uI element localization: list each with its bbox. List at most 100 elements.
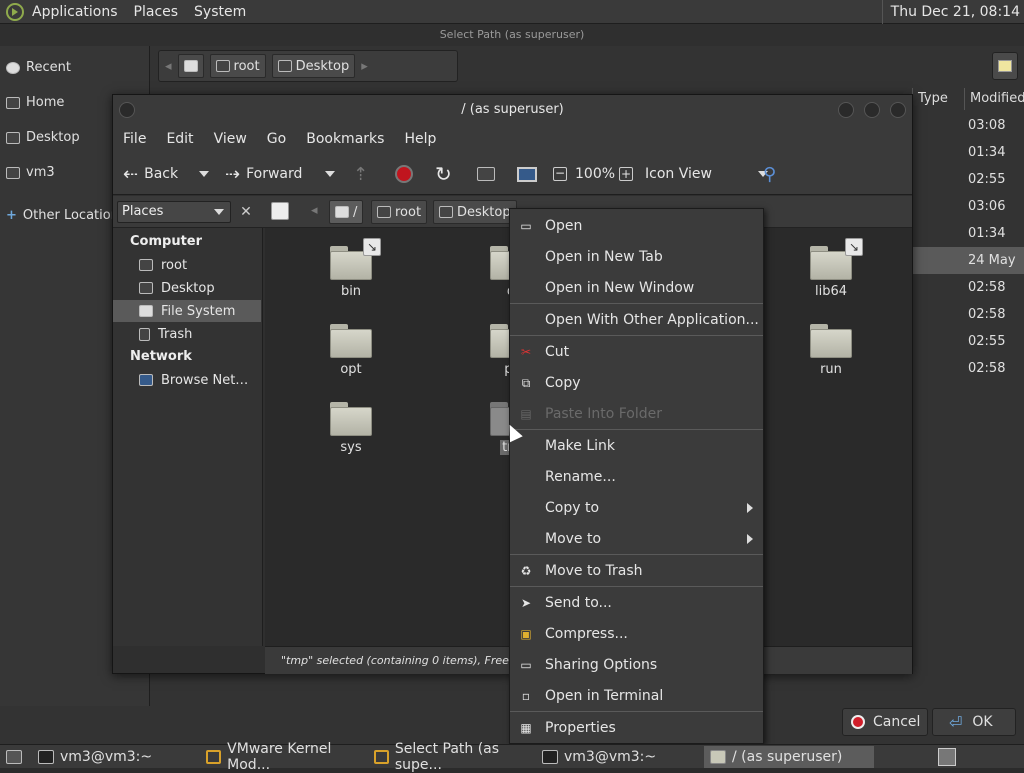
task-vmware-kernel[interactable]: VMware Kernel Mod... [200, 741, 368, 773]
zoom-in-button[interactable]: + [619, 163, 633, 185]
sidebar-item-root[interactable]: root [139, 254, 261, 276]
folder-run[interactable]: run [799, 324, 863, 377]
modified-cell[interactable]: 01:34 [912, 139, 1024, 166]
sidebar-item-desktop[interactable]: Desktop [6, 128, 80, 148]
folder-icon [810, 324, 852, 358]
task-terminal-1[interactable]: vm3@vm3:~ [32, 746, 200, 768]
view-mode-select[interactable]: Icon View [645, 163, 768, 185]
task-select-path[interactable]: Select Path (as supe... [368, 741, 536, 773]
menu-edit[interactable]: Edit [156, 131, 203, 147]
modified-cell[interactable]: 02:58 [912, 301, 1024, 328]
forward-button[interactable]: ⇢ Forward [225, 163, 302, 185]
path-root-toggle[interactable] [177, 54, 204, 78]
menu-item-open-new-tab[interactable]: Open in New Tab [510, 243, 763, 271]
sidebar-item-desktop[interactable]: Desktop [139, 277, 261, 299]
folder-sys[interactable]: sys [319, 402, 383, 455]
crumb-desktop[interactable]: Desktop [271, 54, 356, 78]
menu-item-rename[interactable]: Rename... [510, 463, 763, 491]
modified-cell-selected[interactable]: 24 May [912, 247, 1024, 274]
sidebar-item-other-locations[interactable]: + Other Locations [6, 206, 126, 226]
zoom-level[interactable]: 100% [575, 163, 615, 185]
applications-menu[interactable]: Applications [24, 4, 126, 20]
workspace-switcher[interactable] [932, 746, 962, 768]
window-titlebar[interactable]: / (as superuser) [113, 95, 912, 125]
minimize-button[interactable] [838, 102, 854, 118]
reload-button[interactable]: ↻ [435, 162, 452, 186]
edit-location-icon[interactable] [271, 202, 289, 220]
menu-item-move-to-trash[interactable]: ♻ Move to Trash [510, 557, 763, 585]
menu-item-copy-to[interactable]: Copy to [510, 494, 763, 522]
sidebar-pane-select[interactable]: Places [117, 201, 231, 223]
menu-item-cut[interactable]: ✂ Cut [510, 338, 763, 366]
modified-cell[interactable]: 01:34 [912, 220, 1024, 247]
menu-item-open-new-window[interactable]: Open in New Window [510, 274, 763, 302]
system-menu[interactable]: System [186, 4, 254, 20]
folder-opt[interactable]: opt [319, 324, 383, 377]
sidebar-item-vm3[interactable]: vm3 [6, 163, 55, 183]
menu-item-send-to[interactable]: ➤ Send to... [510, 589, 763, 617]
clock[interactable]: Thu Dec 21, 08:14 [881, 0, 1024, 24]
modified-cell[interactable]: 03:06 [912, 193, 1024, 220]
search-button[interactable]: ⚲ [763, 163, 776, 185]
chevron-left-icon[interactable]: ◂ [165, 59, 172, 74]
menu-item-copy[interactable]: ⧉ Copy [510, 369, 763, 397]
stop-button[interactable] [395, 163, 413, 185]
menu-bookmarks[interactable]: Bookmarks [296, 131, 394, 147]
menu-item-sharing-options[interactable]: ▭ Sharing Options [510, 651, 763, 679]
select-path-title: Select Path (as superuser) [0, 24, 1024, 46]
sidebar-item-home[interactable]: Home [6, 93, 64, 113]
modified-cell[interactable]: 02:58 [912, 355, 1024, 382]
menu-item-compress[interactable]: ▣ Compress... [510, 620, 763, 648]
sidebar-item-trash[interactable]: Trash [139, 323, 261, 345]
crumb-desktop[interactable]: Desktop [433, 200, 517, 224]
ok-button[interactable]: ⏎ OK [932, 708, 1016, 736]
maximize-button[interactable] [864, 102, 880, 118]
cancel-button[interactable]: Cancel [842, 708, 928, 736]
column-type[interactable]: Type [912, 88, 964, 110]
sidebar-item-browse-network[interactable]: Browse Net… [139, 369, 261, 391]
computer-button[interactable] [517, 163, 537, 185]
menu-view[interactable]: View [204, 131, 257, 147]
crumb-root[interactable]: root [209, 54, 266, 78]
crumb-filesystem-root[interactable]: / [329, 200, 364, 224]
menu-separator [510, 711, 763, 712]
menu-item-open-with[interactable]: Open With Other Application... [510, 306, 763, 334]
modified-cell[interactable]: 02:55 [912, 328, 1024, 355]
show-desktop-button[interactable] [0, 746, 22, 768]
menu-item-paste-into-folder[interactable]: ▤ Paste Into Folder [510, 400, 763, 428]
new-folder-button[interactable] [992, 52, 1018, 80]
menu-go[interactable]: Go [257, 131, 296, 147]
menu-item-make-link[interactable]: Make Link [510, 432, 763, 460]
forward-history-dropdown[interactable] [325, 163, 335, 185]
task-file-manager[interactable]: / (as superuser) [704, 746, 874, 768]
home-button[interactable] [477, 163, 495, 185]
chevron-right-icon[interactable]: ▸ [361, 59, 368, 74]
modified-cell[interactable]: 03:08 [912, 112, 1024, 139]
toolbar: ⇠ Back ⇢ Forward ⇡ ↻ − 100% + Icon View ⚲ [113, 153, 912, 195]
crumb-root[interactable]: root [371, 200, 428, 224]
menu-item-move-to[interactable]: Move to [510, 525, 763, 553]
up-button[interactable]: ⇡ [353, 163, 368, 185]
column-modified[interactable]: Modified [964, 88, 1024, 110]
window-menu-button[interactable] [119, 102, 135, 118]
menu-help[interactable]: Help [394, 131, 446, 147]
sidebar-item-recent[interactable]: Recent [6, 58, 71, 78]
dropdown-arrow-icon [199, 171, 209, 177]
menu-item-open-terminal[interactable]: ▫ Open in Terminal [510, 682, 763, 710]
zoom-out-button[interactable]: − [553, 163, 567, 185]
menu-item-open[interactable]: ▭ Open [510, 212, 763, 240]
close-button[interactable] [890, 102, 906, 118]
modified-cell[interactable]: 02:58 [912, 274, 1024, 301]
sidebar-item-file-system[interactable]: File System [113, 300, 261, 322]
gnome-menu-icon[interactable] [6, 2, 24, 21]
back-history-dropdown[interactable] [199, 163, 209, 185]
places-menu[interactable]: Places [126, 4, 187, 20]
modified-cell[interactable]: 02:55 [912, 166, 1024, 193]
back-button[interactable]: ⇠ Back [123, 163, 178, 185]
chevron-left-icon[interactable]: ◂ [311, 203, 318, 218]
close-sidebar-icon[interactable]: ✕ [235, 201, 257, 223]
drive-icon [335, 206, 349, 218]
task-terminal-2[interactable]: vm3@vm3:~ [536, 746, 704, 768]
menu-file[interactable]: File [113, 131, 156, 147]
menu-item-properties[interactable]: ▦ Properties [510, 714, 763, 742]
